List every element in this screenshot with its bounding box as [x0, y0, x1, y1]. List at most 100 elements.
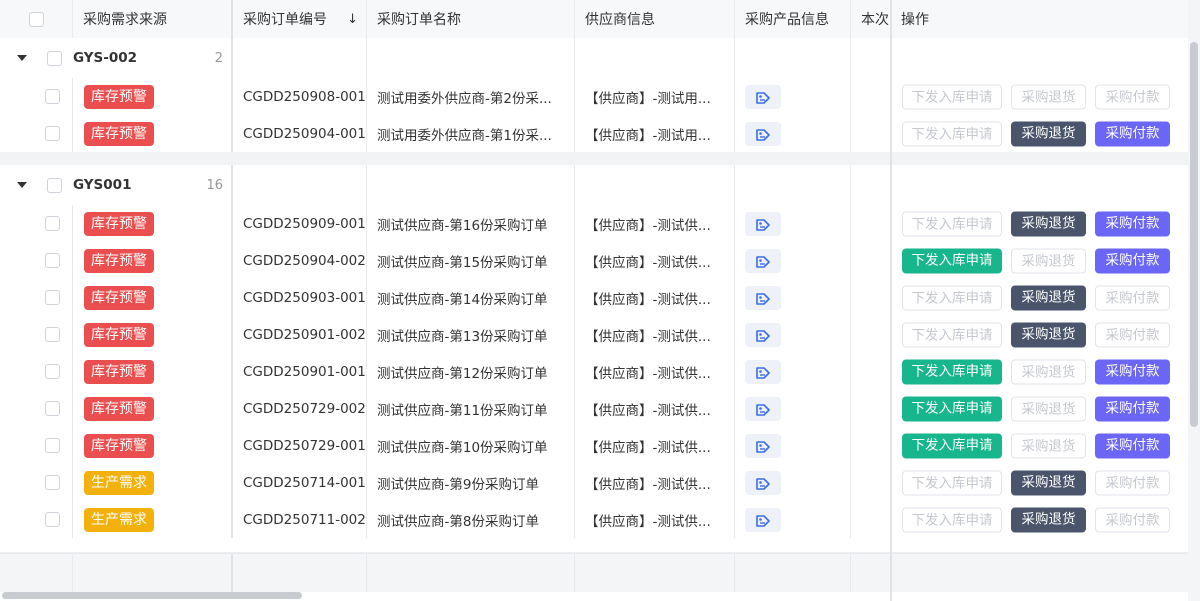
source-tag: 库存预警	[84, 396, 154, 421]
row-checkbox[interactable]	[44, 290, 60, 305]
purchase-return-button[interactable]: 采购退货	[1011, 507, 1086, 532]
table-row[interactable]: 库存预警 CGDD250729-001 测试供应商-第10份采购订单 【供应商】-测试…	[0, 427, 1188, 465]
header-product[interactable]: 采购产品信息	[735, 0, 851, 38]
issue-inbound-button[interactable]: 下发入库申请	[902, 84, 1002, 109]
order-no-cell: CGDD250729-002	[233, 390, 367, 427]
purchase-pay-button[interactable]: 采购付款	[1095, 507, 1170, 532]
purchase-pay-button[interactable]: 采购付款	[1095, 84, 1170, 109]
issue-inbound-button[interactable]: 下发入库申请	[902, 433, 1002, 458]
group-header-row[interactable]: GYS001 16	[0, 165, 1188, 206]
purchase-return-button[interactable]: 采购退货	[1011, 359, 1086, 384]
issue-inbound-button[interactable]: 下发入库申请	[902, 121, 1002, 146]
issue-inbound-button[interactable]: 下发入库申请	[902, 285, 1002, 310]
purchase-return-button[interactable]: 采购退货	[1011, 211, 1086, 236]
issue-inbound-button[interactable]: 下发入库申请	[902, 248, 1002, 273]
group-empty-cell	[575, 165, 735, 205]
purchase-pay-button[interactable]: 采购付款	[1095, 121, 1170, 146]
row-checkbox[interactable]	[44, 216, 60, 231]
supplier-cell: 【供应商】-测试供...	[575, 427, 735, 464]
purchase-return-button[interactable]: 采购退货	[1011, 248, 1086, 273]
order-no-cell: CGDD250903-001	[233, 279, 367, 316]
table-row[interactable]: 库存预警 CGDD250729-002 测试供应商-第11份采购订单 【供应商】-测试…	[0, 390, 1188, 428]
row-checkbox-cell	[0, 464, 73, 501]
group-header-row[interactable]: GYS-002 2	[0, 38, 1188, 79]
header-supplier[interactable]: 供应商信息	[575, 0, 735, 38]
header-source[interactable]: 采购需求来源	[73, 0, 233, 38]
order-name-cell: 测试用委外供应商-第2份采...	[367, 78, 575, 115]
header-this[interactable]: 本次	[851, 0, 891, 38]
product-info-icon[interactable]	[745, 84, 781, 109]
row-checkbox[interactable]	[44, 253, 60, 268]
purchase-return-button[interactable]: 采购退货	[1011, 396, 1086, 421]
this-cell	[851, 427, 891, 464]
table-row[interactable]: 库存预警 CGDD250909-001 测试供应商-第16份采购订单 【供应商】-测试…	[0, 205, 1188, 243]
purchase-pay-button[interactable]: 采购付款	[1095, 433, 1170, 458]
issue-inbound-button[interactable]: 下发入库申请	[902, 211, 1002, 236]
row-checkbox[interactable]	[44, 401, 60, 416]
row-checkbox[interactable]	[44, 89, 60, 104]
issue-inbound-button[interactable]: 下发入库申请	[902, 396, 1002, 421]
purchase-return-button[interactable]: 采购退货	[1011, 433, 1086, 458]
order-no: CGDD250729-002	[243, 400, 366, 417]
issue-inbound-button[interactable]: 下发入库申请	[902, 322, 1002, 347]
table-row[interactable]: 生产需求 CGDD250711-002 测试供应商-第8份采购订单 【供应商】-测试供…	[0, 501, 1188, 539]
group-checkbox[interactable]	[47, 177, 62, 193]
group-checkbox[interactable]	[47, 50, 62, 66]
product-info-icon[interactable]	[745, 322, 781, 347]
expand-caret-icon[interactable]	[17, 182, 27, 188]
row-checkbox[interactable]	[44, 512, 60, 527]
purchase-pay-button[interactable]: 采购付款	[1095, 285, 1170, 310]
actions-cell: 下发入库申请 采购退货 采购付款	[891, 242, 1188, 279]
table-row[interactable]: 库存预警 CGDD250908-001 测试用委外供应商-第2份采... 【供应商】-…	[0, 78, 1188, 116]
purchase-pay-button[interactable]: 采购付款	[1095, 248, 1170, 273]
purchase-return-button[interactable]: 采购退货	[1011, 470, 1086, 495]
actions-cell: 下发入库申请 采购退货 采购付款	[891, 501, 1188, 538]
purchase-return-button[interactable]: 采购退货	[1011, 121, 1086, 146]
purchase-return-button[interactable]: 采购退货	[1011, 285, 1086, 310]
row-checkbox[interactable]	[44, 126, 60, 141]
row-checkbox[interactable]	[44, 327, 60, 342]
purchase-pay-button[interactable]: 采购付款	[1095, 211, 1170, 236]
vertical-scrollbar-thumb[interactable]	[1190, 42, 1198, 427]
purchase-pay-button[interactable]: 采购付款	[1095, 322, 1170, 347]
table-row[interactable]: 库存预警 CGDD250901-001 测试供应商-第12份采购订单 【供应商】-测试…	[0, 353, 1188, 391]
table-row[interactable]: 库存预警 CGDD250904-002 测试供应商-第15份采购订单 【供应商】-测试…	[0, 242, 1188, 280]
product-info-icon[interactable]	[745, 396, 781, 421]
issue-inbound-button[interactable]: 下发入库申请	[902, 507, 1002, 532]
group-name: GYS001	[73, 177, 132, 193]
expand-caret-icon[interactable]	[17, 55, 27, 61]
table-row[interactable]: 库存预警 CGDD250901-002 测试供应商-第13份采购订单 【供应商】-测试…	[0, 316, 1188, 354]
product-info-icon[interactable]	[745, 433, 781, 458]
purchase-pay-button[interactable]: 采购付款	[1095, 359, 1170, 384]
supplier-cell: 【供应商】-测试供...	[575, 205, 735, 242]
purchase-return-button[interactable]: 采购退货	[1011, 84, 1086, 109]
table-row[interactable]: 生产需求 CGDD250714-001 测试供应商-第9份采购订单 【供应商】-测试供…	[0, 464, 1188, 502]
table-row[interactable]: 库存预警 CGDD250903-001 测试供应商-第14份采购订单 【供应商】-测试…	[0, 279, 1188, 317]
order-no-cell: CGDD250711-002	[233, 501, 367, 538]
purchase-return-button[interactable]: 采购退货	[1011, 322, 1086, 347]
header-order-no[interactable]: 采购订单编号 ↓	[233, 0, 367, 38]
issue-inbound-button[interactable]: 下发入库申请	[902, 359, 1002, 384]
product-info-icon[interactable]	[745, 507, 781, 532]
sort-down-icon[interactable]: ↓	[347, 12, 358, 27]
purchase-pay-button[interactable]: 采购付款	[1095, 470, 1170, 495]
row-checkbox[interactable]	[44, 438, 60, 453]
row-checkbox[interactable]	[44, 364, 60, 379]
footer-cell	[0, 554, 73, 592]
table-row[interactable]: 库存预警 CGDD250904-001 测试用委外供应商-第1份采... 【供应商】-…	[0, 115, 1188, 153]
issue-inbound-button[interactable]: 下发入库申请	[902, 470, 1002, 495]
product-info-icon[interactable]	[745, 211, 781, 236]
row-checkbox[interactable]	[44, 475, 60, 490]
purchase-pay-button[interactable]: 采购付款	[1095, 396, 1170, 421]
select-all-checkbox[interactable]	[28, 11, 44, 27]
this-cell	[851, 501, 891, 538]
supplier-info: 【供应商】-测试供...	[585, 402, 711, 419]
source-tag: 生产需求	[84, 507, 154, 532]
horizontal-scrollbar-thumb[interactable]	[2, 592, 302, 599]
product-info-icon[interactable]	[745, 470, 781, 495]
product-info-icon[interactable]	[745, 121, 781, 146]
product-info-icon[interactable]	[745, 359, 781, 384]
product-info-icon[interactable]	[745, 285, 781, 310]
header-order-name[interactable]: 采购订单名称	[367, 0, 575, 38]
product-info-icon[interactable]	[745, 248, 781, 273]
